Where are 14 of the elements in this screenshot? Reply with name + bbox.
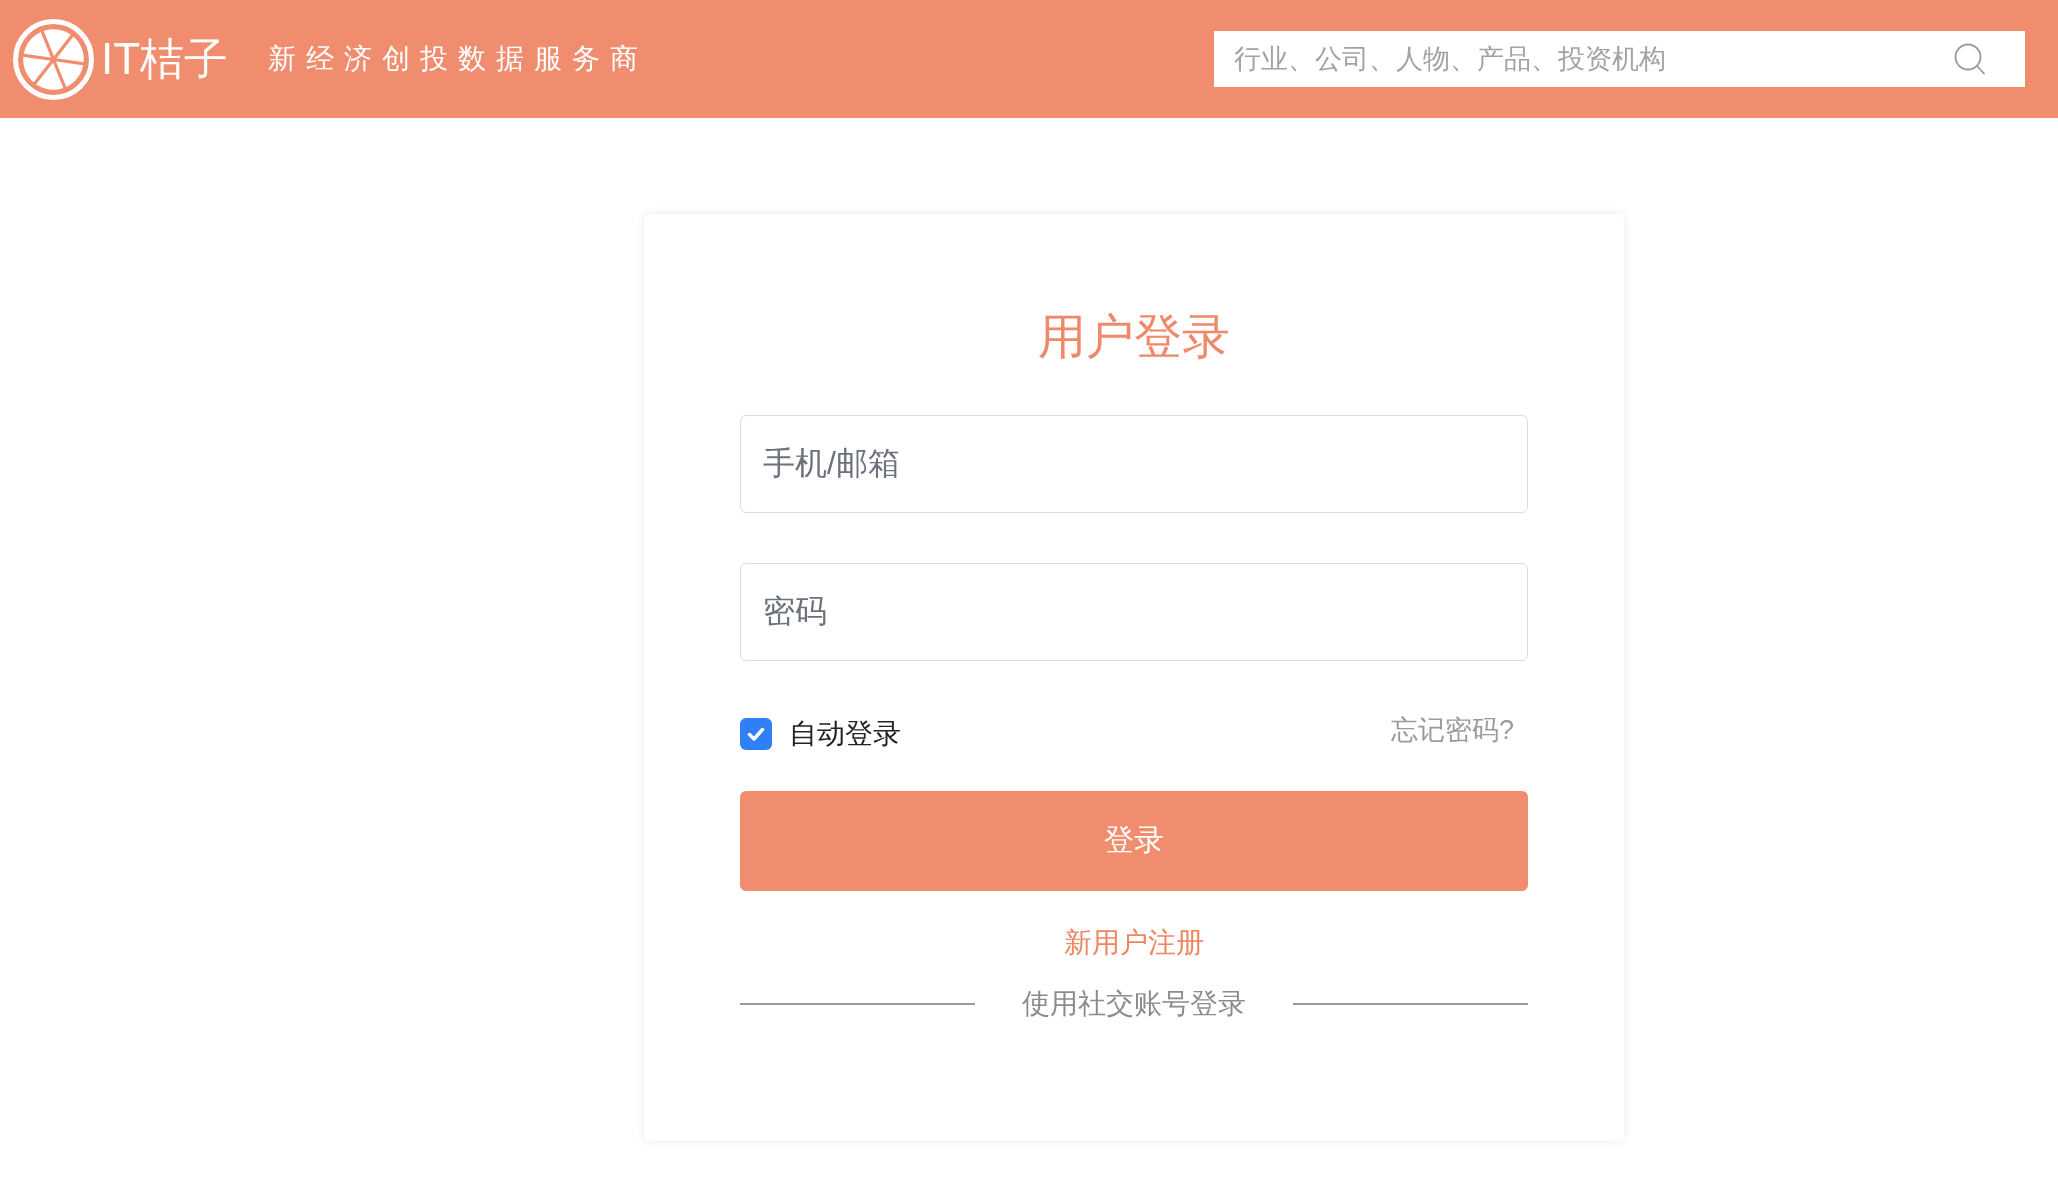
logo-text[interactable]: IT桔子 xyxy=(101,34,229,84)
login-title: 用户登录 xyxy=(1038,309,1230,365)
login-button[interactable]: 登录 xyxy=(740,790,1528,891)
auto-login-label[interactable]: 自动登录 xyxy=(789,716,901,751)
tagline: 新经济创投数据服务商 xyxy=(268,42,649,76)
citrus-slice-icon[interactable] xyxy=(13,18,94,100)
search-field[interactable]: 行业、公司、人物、产品、投资机构 xyxy=(1214,31,2025,87)
search-icon[interactable] xyxy=(1954,43,1986,75)
social-login-label: 使用社交账号登录 xyxy=(1022,987,1246,1021)
register-link[interactable]: 新用户注册 xyxy=(1064,925,1204,960)
forgot-password-link[interactable]: 忘记密码? xyxy=(1390,714,1514,747)
input-field[interactable]: 手机/邮箱 xyxy=(740,414,1528,513)
checkbox[interactable] xyxy=(740,717,772,750)
input-field[interactable]: 密码 xyxy=(740,562,1528,661)
